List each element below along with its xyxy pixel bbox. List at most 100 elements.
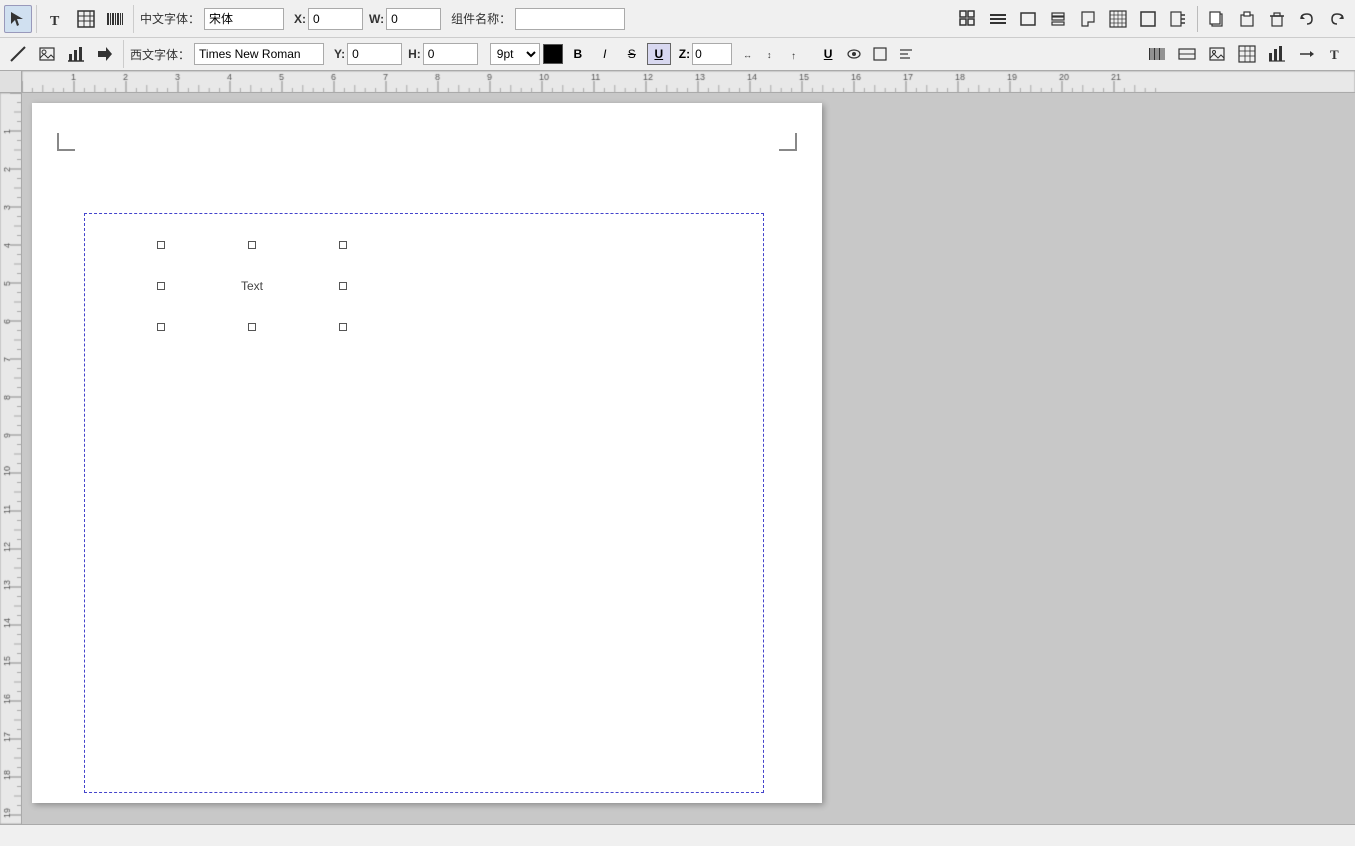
component-name-label: 组件名称： [451,10,511,27]
corner-marker-tr [779,133,797,151]
left-ruler [0,93,22,824]
y-input[interactable] [347,43,402,65]
z-label: Z: [679,47,690,61]
svg-text:T: T [50,14,60,28]
bold-button[interactable]: B [566,43,590,65]
import-button[interactable] [1164,5,1192,33]
chinese-font-label: 中文字体： [140,10,200,27]
chart-tool-button[interactable] [62,40,90,68]
h-label: H: [408,47,421,61]
x-field: X: [294,8,363,30]
toolbar: T [0,0,1355,71]
underline-button[interactable]: U [647,43,671,65]
row-button[interactable] [1173,40,1201,68]
handle-tl[interactable] [157,241,165,249]
h-field: H: [408,43,478,65]
textbox2-button[interactable]: T [1323,40,1351,68]
grid-snap-button[interactable] [954,5,982,33]
svg-text:T: T [1330,47,1339,62]
handle-br[interactable] [339,323,347,331]
barcode2-button[interactable] [1143,40,1171,68]
main-area: Text [0,93,1355,824]
more-button[interactable] [894,43,918,65]
superscript-button[interactable]: ↑ [788,43,810,65]
barcode-tool-button[interactable] [101,5,129,33]
image-tool-button[interactable] [33,40,61,68]
chart2-button[interactable] [1263,40,1291,68]
page-wrapper: Text [32,103,832,803]
table-tool-button[interactable] [72,5,100,33]
coord-group-xw: X: W: [294,8,441,30]
canvas-area[interactable]: Text [22,93,1355,824]
undo-button[interactable] [1293,5,1321,33]
text-tool-button[interactable]: T [43,5,71,33]
strikethrough-button[interactable]: S [620,43,644,65]
underline2-button[interactable]: U [816,43,840,65]
arrow2-button[interactable] [1293,40,1321,68]
handle-ml[interactable] [157,282,165,290]
w-input[interactable] [386,8,441,30]
western-font-label: 西文字体： [130,46,190,63]
pattern-button[interactable] [1104,5,1132,33]
font-size-select[interactable]: 9pt 10pt 12pt 14pt 16pt [490,43,540,65]
text-element-content: Text [241,279,263,293]
fill-button[interactable] [1074,5,1102,33]
right-toolbar-row1 [954,5,1351,33]
copy-button[interactable] [1203,5,1231,33]
line-tool-button[interactable] [4,40,32,68]
handle-bl[interactable] [157,323,165,331]
left-ruler-canvas [0,93,22,824]
svg-text:↕: ↕ [767,50,772,60]
select-tool-button[interactable] [4,5,32,33]
line-spacing-button[interactable]: ↕ [764,43,786,65]
align-distribute-button[interactable] [984,5,1012,33]
paste-button[interactable] [1233,5,1261,33]
tool-group-select [4,5,37,33]
redo-button[interactable] [1323,5,1351,33]
corner-marker-tl [57,133,75,151]
western-font-field: 西文字体： [130,43,324,65]
delete-button[interactable] [1263,5,1291,33]
x-label: X: [294,12,306,26]
top-ruler [22,71,1355,93]
component-name-input[interactable] [515,8,625,30]
page[interactable]: Text [32,103,822,803]
h-input[interactable] [423,43,478,65]
svg-text:↔: ↔ [743,50,752,60]
top-ruler-canvas [22,71,1355,93]
arrow-tool-button[interactable] [91,40,119,68]
image2-button[interactable] [1203,40,1231,68]
w-label: W: [369,12,384,26]
y-field: Y: [334,43,402,65]
italic-button[interactable]: I [593,43,617,65]
handle-mr[interactable] [339,282,347,290]
table2-button[interactable] [1233,40,1261,68]
tool-group-draw [4,40,124,68]
handle-tc[interactable] [248,241,256,249]
box-button[interactable] [868,43,892,65]
border-style-button[interactable] [1134,5,1162,33]
svg-text:↑: ↑ [791,51,796,62]
handle-bc[interactable] [248,323,256,331]
rectangle-button[interactable] [1014,5,1042,33]
rulers-row [0,71,1355,93]
status-bar [0,824,1355,846]
z-field: Z: [679,43,732,65]
handle-tr[interactable] [339,241,347,249]
western-font-input[interactable] [194,43,324,65]
coord-group-yh: Y: H: [334,43,478,65]
tool-group-text: T [43,5,134,33]
right-toolbar-row2: T [1143,40,1351,68]
chinese-font-input[interactable] [204,8,284,30]
toolbar-row1: T [0,0,1355,38]
color-picker-button[interactable] [543,44,563,64]
layers-button[interactable] [1044,5,1072,33]
letter-spacing-button[interactable]: ↔ [740,43,762,65]
x-input[interactable] [308,8,363,30]
z-input[interactable] [692,43,732,65]
text-element[interactable]: Text [157,241,347,331]
preview-button[interactable] [842,43,866,65]
chinese-font-field: 中文字体： [140,8,284,30]
toolbar-row2: 西文字体： Y: H: 9pt 10pt 12pt 14pt 16pt [0,38,1355,70]
y-label: Y: [334,47,345,61]
